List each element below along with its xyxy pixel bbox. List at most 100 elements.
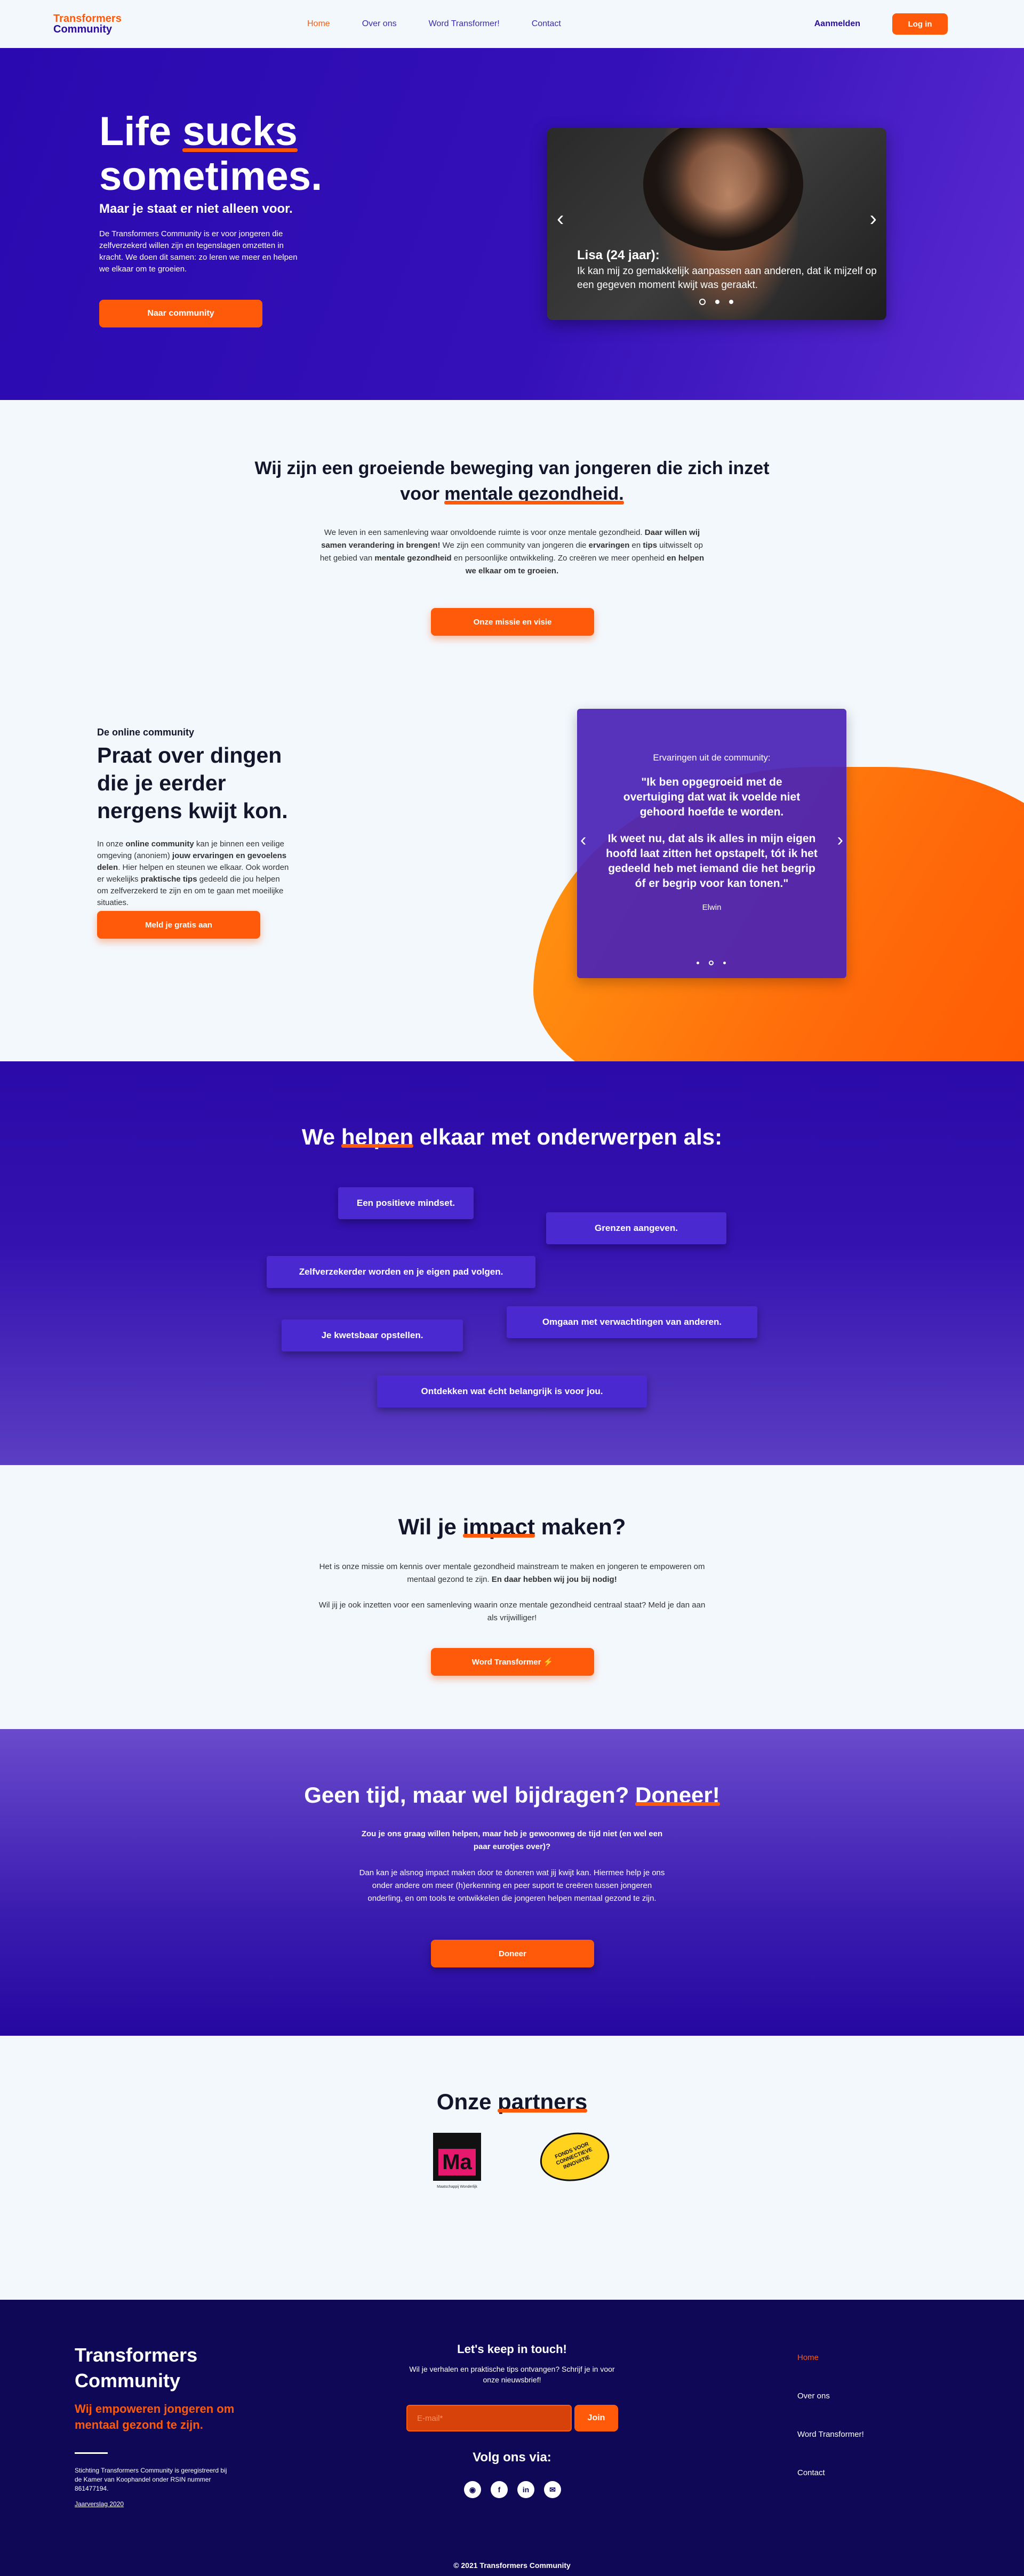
annual-report-link[interactable]: Jaarverslag 2020 <box>75 2500 124 2508</box>
testimonial-quote: Ik kan mij zo gemakkelijk aanpassen aan … <box>577 266 877 291</box>
footer-legal: Stichting Transformers Community is gere… <box>75 2467 227 2492</box>
nav-link-home[interactable]: Home <box>307 19 330 29</box>
topic-chip: Een positieve mindset. <box>338 1187 474 1219</box>
text-part: en <box>629 541 643 550</box>
nav-link-word-transformer[interactable]: Word Transformer! <box>429 19 500 29</box>
hero-subtitle: Maar je staat er niet alleen voor. <box>99 202 293 216</box>
donate-text: Dan kan je alsnog impact maken door te d… <box>359 1868 665 1903</box>
topics-section: We helpen elkaar met onderwerpen als: Ee… <box>0 1061 1024 1465</box>
ma-logo-letters: Ma <box>438 2149 476 2175</box>
experience-author: Elwin <box>702 903 722 912</box>
chevron-left-icon[interactable]: ‹ <box>580 829 586 851</box>
footer-tagline: Wij empoweren jongeren om mentaal gezond… <box>75 2402 235 2431</box>
newsletter-join-button[interactable]: Join <box>574 2405 618 2431</box>
fonds-logo-text: FONDS VOOR CONNECTIEVE INNOVATIE <box>554 2141 594 2171</box>
experience-quote: "Ik ben opgegroeid met de overtuiging da… <box>623 776 801 818</box>
site-logo[interactable]: Transformers Community <box>53 13 122 35</box>
text-bold: ervaringen <box>588 541 630 550</box>
donate-question: Zou je ons graag willen helpen, maar heb… <box>361 1829 663 1851</box>
testimonial-name: Lisa (24 jaar): <box>577 248 660 262</box>
word-transformer-button[interactable]: Word Transformer ⚡ <box>431 1648 594 1676</box>
carousel-dot-active[interactable] <box>699 299 706 305</box>
experience-title: Ervaringen uit de community: <box>653 753 771 763</box>
chevron-left-icon[interactable]: ‹ <box>557 208 564 229</box>
nav-link-over-ons[interactable]: Over ons <box>362 19 397 29</box>
follow-title: Volg ons via: <box>473 2450 551 2465</box>
hero-title: Life sucks sometimes. <box>99 109 366 199</box>
carousel-dot[interactable] <box>697 962 699 964</box>
experience-card: Ervaringen uit de community: "Ik ben opg… <box>577 709 846 978</box>
facebook-icon[interactable]: f <box>491 2481 508 2498</box>
partners-title-highlight: partners <box>498 2089 588 2114</box>
ma-logo-caption: Maatschappij Wonderlijk <box>437 2185 477 2189</box>
partner-logo-fonds[interactable]: FONDS VOOR CONNECTIEVE INNOVATIE <box>537 2128 614 2191</box>
carousel-dots <box>699 299 733 305</box>
community-button[interactable]: Naar community <box>99 300 262 327</box>
footer-brand: Transformers Community <box>75 2344 198 2391</box>
hero-title-part: sometimes. <box>99 154 323 199</box>
partner-logo-ma[interactable]: Ma Maatschappij Wonderlijk <box>433 2133 481 2197</box>
donate-title-highlight: Doneer! <box>635 1782 720 1807</box>
nav-link-contact[interactable]: Contact <box>532 19 561 29</box>
topics-title-part: elkaar met onderwerpen als: <box>413 1124 723 1149</box>
signup-link[interactable]: Aanmelden <box>814 19 860 29</box>
topic-chip: Zelfverzekerder worden en je eigen pad v… <box>267 1256 535 1288</box>
instagram-icon[interactable]: ◉ <box>464 2481 481 2498</box>
carousel-dot-active[interactable] <box>709 961 714 965</box>
ma-logo-mark: Ma <box>433 2133 481 2181</box>
footer-link-contact[interactable]: Contact <box>797 2468 864 2477</box>
site-footer: Transformers Community Wij empoweren jon… <box>0 2300 1024 2576</box>
impact-title-part: Wil je <box>398 1514 463 1539</box>
text-bold: praktische tips <box>140 875 197 884</box>
newsletter-title: Let's keep in touch! <box>457 2342 567 2356</box>
logo-line-1: Transformers <box>53 13 122 25</box>
copyright: © 2021 Transformers Community <box>453 2561 571 2570</box>
donate-button[interactable]: Doneer <box>431 1940 594 1967</box>
donate-title-part: Geen tijd, maar wel bijdragen? <box>304 1782 636 1807</box>
topic-chip: Omgaan met verwachtingen van anderen. <box>507 1306 757 1338</box>
hero-description: De Transformers Community is er voor jon… <box>99 229 298 274</box>
chevron-right-icon[interactable]: › <box>870 208 877 229</box>
topic-chip: Grenzen aangeven. <box>546 1212 726 1244</box>
online-text: In onze online community kan je binnen e… <box>97 838 289 909</box>
text-bold: tips <box>643 541 658 550</box>
text-part: We leven in een samenleving waar onvoldo… <box>324 528 645 537</box>
mission-button[interactable]: Onze missie en visie <box>431 608 594 636</box>
footer-links: Home Over ons Word Transformer! Contact <box>797 2353 864 2507</box>
online-community-section: De online community Praat over dingen di… <box>0 699 1024 1061</box>
carousel-dot[interactable] <box>715 300 719 304</box>
nav-links: Home Over ons Word Transformer! Contact <box>307 0 593 48</box>
experience-quote-continued: Ik weet nu, dat als ik alles in mijn eig… <box>606 833 818 890</box>
online-title: Praat over dingen die je eerder nergens … <box>97 743 288 823</box>
newsletter-email-input[interactable]: E-mail* <box>406 2405 572 2431</box>
newsletter-text: Wil je verhalen en praktische tips ontva… <box>409 2365 615 2384</box>
signup-free-button[interactable]: Meld je gratis aan <box>97 911 260 939</box>
movement-section: Wij zijn een groeiende beweging van jong… <box>0 400 1024 699</box>
footer-link-word-transformer[interactable]: Word Transformer! <box>797 2430 864 2439</box>
testimonial-carousel: ‹ › Lisa (24 jaar): Ik kan mij zo gemakk… <box>547 128 886 320</box>
carousel-dot[interactable] <box>729 300 733 304</box>
footer-link-home[interactable]: Home <box>797 2353 864 2362</box>
text-bold: online community <box>125 839 194 849</box>
donate-section: Geen tijd, maar wel bijdragen? Doneer! Z… <box>0 1729 1024 2036</box>
donate-title: Geen tijd, maar wel bijdragen? Doneer! <box>0 1782 1024 1808</box>
chevron-right-icon[interactable]: › <box>837 829 843 851</box>
linkedin-icon[interactable]: in <box>517 2481 534 2498</box>
hero-title-part: Life <box>99 109 183 154</box>
email-icon[interactable]: ✉ <box>544 2481 561 2498</box>
topics-title: We helpen elkaar met onderwerpen als: <box>0 1124 1024 1150</box>
footer-divider <box>75 2452 108 2454</box>
top-navigation: Transformers Community Home Over ons Wor… <box>0 0 1024 48</box>
impact-section: Wil je impact maken? Het is onze missie … <box>0 1465 1024 1729</box>
partners-section: Onze partners Ma Maatschappij Wonderlijk… <box>0 2036 1024 2300</box>
nav-auth: Aanmelden Log in <box>814 0 948 48</box>
footer-link-over-ons[interactable]: Over ons <box>797 2391 864 2401</box>
text-part: en persoonlijke ontwikkeling. Zo creëren… <box>451 554 667 563</box>
text-part: We zijn een community van jongeren die <box>440 541 589 550</box>
text-bold: mentale gezondheid <box>374 554 452 563</box>
topic-chip: Je kwetsbaar opstellen. <box>282 1319 463 1351</box>
movement-title-highlight: mentale gezondheid. <box>444 481 624 507</box>
carousel-dot[interactable] <box>723 962 726 964</box>
login-button[interactable]: Log in <box>892 13 948 35</box>
partners-title-part: Onze <box>436 2089 498 2114</box>
